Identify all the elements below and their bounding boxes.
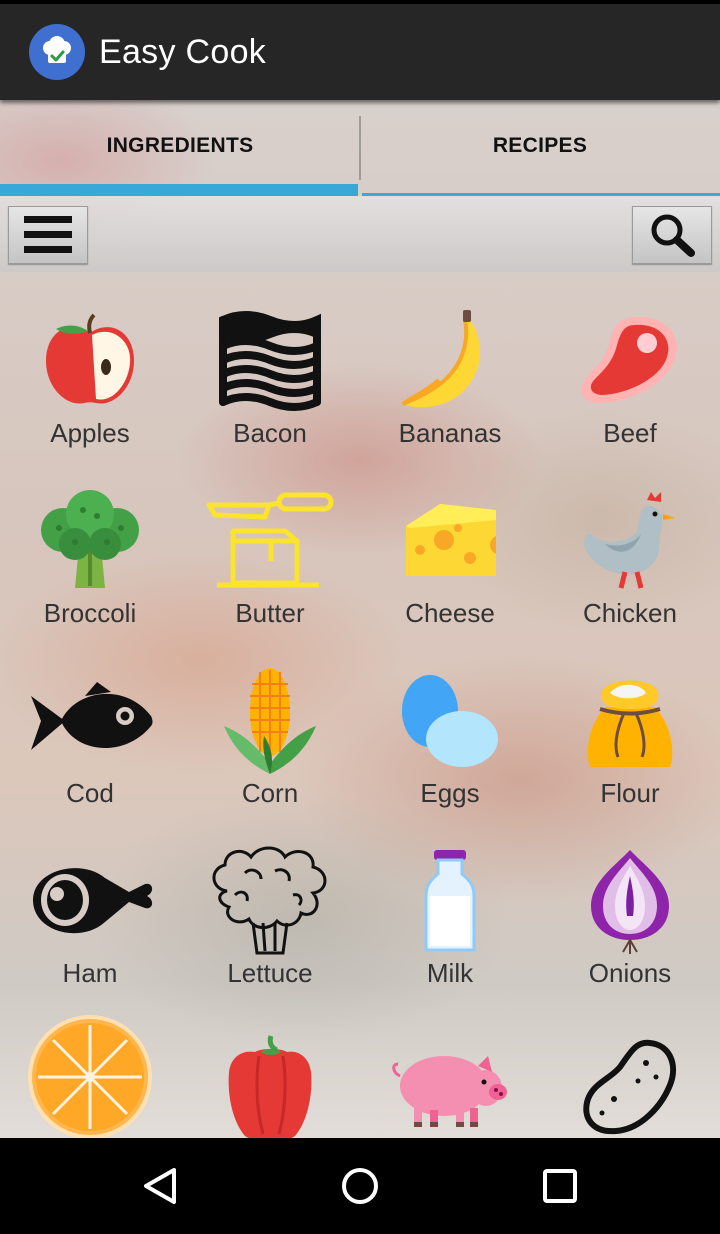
pig-icon xyxy=(392,1056,507,1127)
search-button[interactable] xyxy=(632,206,712,264)
bacon-icon xyxy=(219,311,321,411)
ingredient-label: Ham xyxy=(62,958,118,988)
ingredient-label: Cod xyxy=(66,778,114,808)
eggs-icon xyxy=(402,675,498,767)
ingredient-item[interactable]: Milk xyxy=(360,812,540,992)
chef-hat-icon xyxy=(29,24,85,80)
app-title: Easy Cook xyxy=(99,32,267,71)
tab-recipes-label: RECIPES xyxy=(492,134,588,157)
ingredient-toolbar xyxy=(0,196,720,272)
ingredient-label: Corn xyxy=(241,778,299,808)
orange-icon xyxy=(28,1015,152,1138)
system-navigation-bar xyxy=(0,1138,720,1234)
flour-sack-icon xyxy=(587,680,673,767)
home-button[interactable] xyxy=(320,1162,400,1210)
milk-bottle-icon xyxy=(424,850,476,952)
ingredient-item[interactable]: Lettuce xyxy=(180,812,360,992)
ingredient-item[interactable]: Bananas xyxy=(360,272,540,452)
pepper-icon xyxy=(228,1035,312,1138)
broccoli-icon xyxy=(41,490,139,588)
tab-divider xyxy=(359,116,361,180)
ingredient-label: Broccoli xyxy=(43,598,137,628)
ingredient-item[interactable]: Onions xyxy=(540,812,720,992)
menu-button[interactable] xyxy=(8,206,88,264)
main-content: INGREDIENTS RECIPES Apples Bacon Bananas… xyxy=(0,100,720,1138)
ham-icon xyxy=(33,868,153,934)
ingredient-item[interactable] xyxy=(360,992,540,1138)
search-icon xyxy=(651,214,695,257)
chicken-icon xyxy=(584,492,675,589)
ingredient-item[interactable]: Bacon xyxy=(180,272,360,452)
ingredient-label: Apples xyxy=(50,418,130,448)
tab-recipes[interactable]: RECIPES xyxy=(360,100,720,196)
recents-icon xyxy=(543,1169,577,1203)
home-icon xyxy=(342,1168,378,1204)
apple-icon xyxy=(46,313,134,404)
beef-icon xyxy=(581,316,677,403)
ingredient-label: Cheese xyxy=(405,598,495,628)
ingredient-item[interactable] xyxy=(180,992,360,1138)
tab-ingredients-label: INGREDIENTS xyxy=(106,134,254,157)
corn-icon xyxy=(224,668,316,774)
ingredient-label: Butter xyxy=(235,598,305,628)
ingredient-item[interactable]: Beef xyxy=(540,272,720,452)
ingredient-label: Onions xyxy=(588,958,672,988)
ingredient-item[interactable]: Butter xyxy=(180,452,360,632)
cheese-icon xyxy=(406,504,496,576)
onion-icon xyxy=(591,850,669,954)
ingredient-label: Eggs xyxy=(420,778,480,808)
action-bar: Easy Cook xyxy=(0,4,720,100)
tab-bar: INGREDIENTS RECIPES xyxy=(0,100,720,196)
ingredient-label: Beef xyxy=(603,418,657,448)
ingredient-label: Flour xyxy=(600,778,660,808)
ingredient-item[interactable]: Broccoli xyxy=(0,452,180,632)
back-button[interactable] xyxy=(120,1162,200,1210)
ingredient-label: Milk xyxy=(426,958,474,988)
butter-icon xyxy=(206,492,334,588)
back-icon xyxy=(144,1168,176,1204)
ingredient-item[interactable]: Ham xyxy=(0,812,180,992)
hamburger-menu-icon xyxy=(24,216,72,253)
banana-icon xyxy=(401,310,480,408)
ingredient-item[interactable]: Chicken xyxy=(540,452,720,632)
tab-ingredients[interactable]: INGREDIENTS xyxy=(0,100,360,196)
lettuce-icon xyxy=(212,846,327,955)
ingredient-item[interactable]: Corn xyxy=(180,632,360,812)
ingredient-item[interactable]: Eggs xyxy=(360,632,540,812)
ingredient-item[interactable]: Apples xyxy=(0,272,180,452)
ingredient-label: Bacon xyxy=(233,418,307,448)
ingredient-item[interactable]: Flour xyxy=(540,632,720,812)
potato-icon xyxy=(583,1039,677,1135)
ingredient-label: Lettuce xyxy=(227,958,313,988)
tab-indicator-active xyxy=(0,184,358,196)
fish-icon xyxy=(31,682,153,750)
ingredient-item[interactable]: Cheese xyxy=(360,452,540,632)
ingredient-label: Chicken xyxy=(583,598,677,628)
ingredient-item[interactable]: Cod xyxy=(0,632,180,812)
ingredient-item[interactable] xyxy=(0,992,180,1138)
ingredient-label: Bananas xyxy=(398,418,502,448)
ingredient-item[interactable] xyxy=(540,992,720,1138)
recents-button[interactable] xyxy=(520,1162,600,1210)
